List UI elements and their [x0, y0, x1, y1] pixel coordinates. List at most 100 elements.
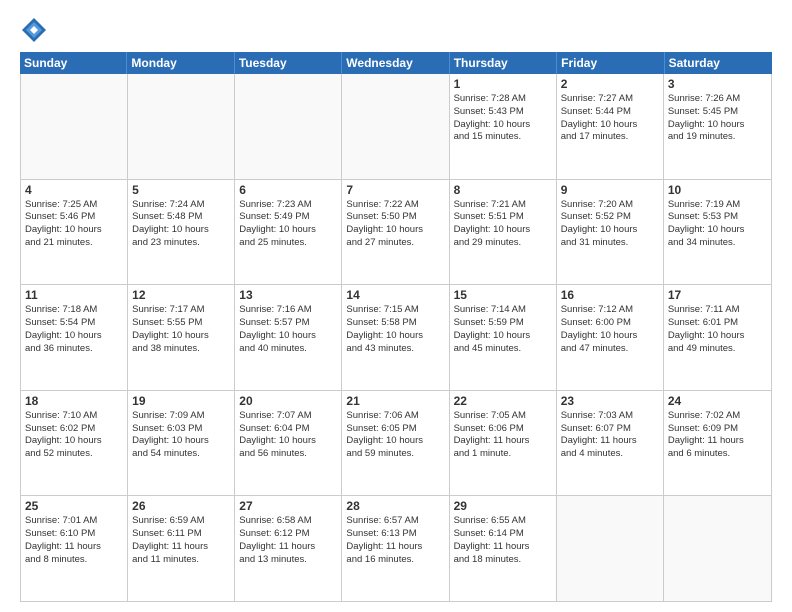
day-info: Sunrise: 7:11 AM Sunset: 6:01 PM Dayligh… [668, 304, 767, 355]
day-info: Sunrise: 7:28 AM Sunset: 5:43 PM Dayligh… [454, 93, 552, 144]
day-info: Sunrise: 7:24 AM Sunset: 5:48 PM Dayligh… [132, 199, 230, 250]
day-info: Sunrise: 7:15 AM Sunset: 5:58 PM Dayligh… [346, 304, 444, 355]
day-info: Sunrise: 7:18 AM Sunset: 5:54 PM Dayligh… [25, 304, 123, 355]
day-info: Sunrise: 7:02 AM Sunset: 6:09 PM Dayligh… [668, 410, 767, 461]
cal-week-2: 4 Sunrise: 7:25 AM Sunset: 5:46 PM Daylig… [21, 180, 771, 286]
cal-cell [557, 496, 664, 601]
day-info: Sunrise: 7:20 AM Sunset: 5:52 PM Dayligh… [561, 199, 659, 250]
day-info: Sunrise: 6:59 AM Sunset: 6:11 PM Dayligh… [132, 515, 230, 566]
calendar-body: 1 Sunrise: 7:28 AM Sunset: 5:43 PM Daylig… [20, 74, 772, 602]
cal-cell: 22 Sunrise: 7:05 AM Sunset: 6:06 PM Dayli… [450, 391, 557, 496]
page: SundayMondayTuesdayWednesdayThursdayFrid… [0, 0, 792, 612]
day-number: 22 [454, 394, 552, 408]
day-info: Sunrise: 6:55 AM Sunset: 6:14 PM Dayligh… [454, 515, 552, 566]
day-number: 4 [25, 183, 123, 197]
logo-icon [20, 16, 48, 44]
cal-cell: 8 Sunrise: 7:21 AM Sunset: 5:51 PM Daylig… [450, 180, 557, 285]
day-number: 18 [25, 394, 123, 408]
cal-header-monday: Monday [127, 52, 234, 74]
day-number: 13 [239, 288, 337, 302]
cal-cell: 19 Sunrise: 7:09 AM Sunset: 6:03 PM Dayli… [128, 391, 235, 496]
day-info: Sunrise: 7:21 AM Sunset: 5:51 PM Dayligh… [454, 199, 552, 250]
day-info: Sunrise: 7:06 AM Sunset: 6:05 PM Dayligh… [346, 410, 444, 461]
day-number: 14 [346, 288, 444, 302]
day-info: Sunrise: 7:10 AM Sunset: 6:02 PM Dayligh… [25, 410, 123, 461]
cal-cell: 1 Sunrise: 7:28 AM Sunset: 5:43 PM Daylig… [450, 74, 557, 179]
day-number: 7 [346, 183, 444, 197]
day-info: Sunrise: 7:09 AM Sunset: 6:03 PM Dayligh… [132, 410, 230, 461]
cal-cell: 3Sunrise: 7:26 AM Sunset: 5:45 PM Daylig… [664, 74, 771, 179]
cal-header-saturday: Saturday [665, 52, 772, 74]
cal-cell: 11 Sunrise: 7:18 AM Sunset: 5:54 PM Dayli… [21, 285, 128, 390]
day-number: 5 [132, 183, 230, 197]
day-number: 3 [668, 77, 767, 91]
day-number: 16 [561, 288, 659, 302]
calendar: SundayMondayTuesdayWednesdayThursdayFrid… [20, 52, 772, 602]
cal-header-thursday: Thursday [450, 52, 557, 74]
cal-cell: 16 Sunrise: 7:12 AM Sunset: 6:00 PM Dayli… [557, 285, 664, 390]
cal-cell: 21 Sunrise: 7:06 AM Sunset: 6:05 PM Dayli… [342, 391, 449, 496]
cal-cell [21, 74, 128, 179]
day-number: 12 [132, 288, 230, 302]
day-info: Sunrise: 6:58 AM Sunset: 6:12 PM Dayligh… [239, 515, 337, 566]
cal-cell: 29 Sunrise: 6:55 AM Sunset: 6:14 PM Dayli… [450, 496, 557, 601]
cal-cell: 10Sunrise: 7:19 AM Sunset: 5:53 PM Dayli… [664, 180, 771, 285]
day-info: Sunrise: 7:27 AM Sunset: 5:44 PM Dayligh… [561, 93, 659, 144]
day-number: 21 [346, 394, 444, 408]
cal-cell: 5 Sunrise: 7:24 AM Sunset: 5:48 PM Daylig… [128, 180, 235, 285]
cal-cell: 13 Sunrise: 7:16 AM Sunset: 5:57 PM Dayli… [235, 285, 342, 390]
cal-cell: 25 Sunrise: 7:01 AM Sunset: 6:10 PM Dayli… [21, 496, 128, 601]
cal-cell: 15 Sunrise: 7:14 AM Sunset: 5:59 PM Dayli… [450, 285, 557, 390]
day-number: 19 [132, 394, 230, 408]
day-number: 8 [454, 183, 552, 197]
cal-cell: 20 Sunrise: 7:07 AM Sunset: 6:04 PM Dayli… [235, 391, 342, 496]
day-number: 6 [239, 183, 337, 197]
cal-week-5: 25 Sunrise: 7:01 AM Sunset: 6:10 PM Dayli… [21, 496, 771, 601]
cal-cell: 12 Sunrise: 7:17 AM Sunset: 5:55 PM Dayli… [128, 285, 235, 390]
day-info: Sunrise: 7:14 AM Sunset: 5:59 PM Dayligh… [454, 304, 552, 355]
cal-week-4: 18 Sunrise: 7:10 AM Sunset: 6:02 PM Dayli… [21, 391, 771, 497]
cal-cell: 2Sunrise: 7:27 AM Sunset: 5:44 PM Daylig… [557, 74, 664, 179]
day-info: Sunrise: 7:16 AM Sunset: 5:57 PM Dayligh… [239, 304, 337, 355]
cal-cell: 23Sunrise: 7:03 AM Sunset: 6:07 PM Dayli… [557, 391, 664, 496]
cal-cell: 28Sunrise: 6:57 AM Sunset: 6:13 PM Dayli… [342, 496, 449, 601]
cal-cell [664, 496, 771, 601]
cal-cell: 9 Sunrise: 7:20 AM Sunset: 5:52 PM Daylig… [557, 180, 664, 285]
cal-cell [128, 74, 235, 179]
cal-header-tuesday: Tuesday [235, 52, 342, 74]
cal-cell: 26 Sunrise: 6:59 AM Sunset: 6:11 PM Dayli… [128, 496, 235, 601]
day-number: 15 [454, 288, 552, 302]
day-number: 23 [561, 394, 659, 408]
cal-cell: 18 Sunrise: 7:10 AM Sunset: 6:02 PM Dayli… [21, 391, 128, 496]
day-info: Sunrise: 7:25 AM Sunset: 5:46 PM Dayligh… [25, 199, 123, 250]
day-number: 26 [132, 499, 230, 513]
day-number: 1 [454, 77, 552, 91]
cal-week-1: 1 Sunrise: 7:28 AM Sunset: 5:43 PM Daylig… [21, 74, 771, 180]
day-number: 9 [561, 183, 659, 197]
header [20, 16, 772, 44]
cal-cell: 4 Sunrise: 7:25 AM Sunset: 5:46 PM Daylig… [21, 180, 128, 285]
day-info: Sunrise: 7:07 AM Sunset: 6:04 PM Dayligh… [239, 410, 337, 461]
day-number: 27 [239, 499, 337, 513]
day-number: 25 [25, 499, 123, 513]
day-info: Sunrise: 7:05 AM Sunset: 6:06 PM Dayligh… [454, 410, 552, 461]
day-number: 29 [454, 499, 552, 513]
day-number: 17 [668, 288, 767, 302]
cal-cell [342, 74, 449, 179]
day-number: 11 [25, 288, 123, 302]
day-number: 20 [239, 394, 337, 408]
cal-header-friday: Friday [557, 52, 664, 74]
cal-header-wednesday: Wednesday [342, 52, 449, 74]
day-info: Sunrise: 7:23 AM Sunset: 5:49 PM Dayligh… [239, 199, 337, 250]
cal-cell: 17 Sunrise: 7:11 AM Sunset: 6:01 PM Dayli… [664, 285, 771, 390]
day-info: Sunrise: 7:17 AM Sunset: 5:55 PM Dayligh… [132, 304, 230, 355]
cal-header-sunday: Sunday [20, 52, 127, 74]
day-info: Sunrise: 7:12 AM Sunset: 6:00 PM Dayligh… [561, 304, 659, 355]
day-number: 10 [668, 183, 767, 197]
day-number: 28 [346, 499, 444, 513]
logo [20, 16, 52, 44]
cal-cell: 14 Sunrise: 7:15 AM Sunset: 5:58 PM Dayli… [342, 285, 449, 390]
calendar-header-row: SundayMondayTuesdayWednesdayThursdayFrid… [20, 52, 772, 74]
day-info: Sunrise: 7:01 AM Sunset: 6:10 PM Dayligh… [25, 515, 123, 566]
cal-cell [235, 74, 342, 179]
